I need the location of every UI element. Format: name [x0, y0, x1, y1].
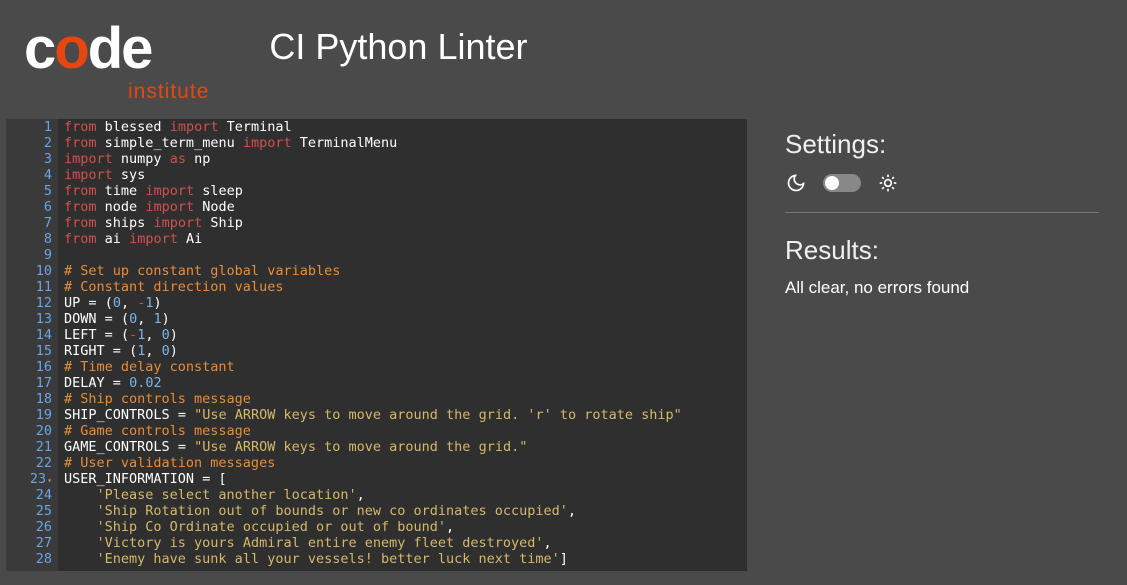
code-editor[interactable]: 1234567891011121314151617181920212223242…: [6, 119, 747, 571]
line-number: 16: [18, 359, 52, 375]
line-number: 21: [18, 439, 52, 455]
code-line[interactable]: from time import sleep: [64, 183, 682, 199]
line-number: 5: [18, 183, 52, 199]
line-number: 11: [18, 279, 52, 295]
code-line[interactable]: DELAY = 0.02: [64, 375, 682, 391]
logo-letter-o: o: [54, 20, 87, 78]
code-line[interactable]: # Ship controls message: [64, 391, 682, 407]
header: c o de institute CI Python Linter: [0, 0, 1127, 119]
code-line[interactable]: 'Victory is yours Admiral entire enemy f…: [64, 535, 682, 551]
logo-letter-de: de: [88, 20, 152, 78]
code-line[interactable]: from simple_term_menu import TerminalMen…: [64, 135, 682, 151]
logo-sub: institute: [128, 80, 209, 104]
code-line[interactable]: # Game controls message: [64, 423, 682, 439]
sun-icon: [877, 172, 899, 194]
code-line[interactable]: [64, 247, 682, 263]
line-number: 4: [18, 167, 52, 183]
line-number: 14: [18, 327, 52, 343]
code-line[interactable]: # Time delay constant: [64, 359, 682, 375]
line-number: 22: [18, 455, 52, 471]
page-title: CI Python Linter: [269, 26, 527, 68]
code-line[interactable]: 'Ship Rotation out of bounds or new co o…: [64, 503, 682, 519]
line-number: 26: [18, 519, 52, 535]
code-line[interactable]: import sys: [64, 167, 682, 183]
code-line[interactable]: from ships import Ship: [64, 215, 682, 231]
line-number: 27: [18, 535, 52, 551]
sidebar: Settings: Results: All clear, no errors …: [767, 119, 1117, 571]
code-line[interactable]: from ai import Ai: [64, 231, 682, 247]
code-line[interactable]: # Set up constant global variables: [64, 263, 682, 279]
line-number: 28: [18, 551, 52, 567]
code-area[interactable]: from blessed import Terminalfrom simple_…: [58, 119, 682, 571]
code-line[interactable]: from node import Node: [64, 199, 682, 215]
logo-letter-c: c: [24, 20, 54, 78]
code-line[interactable]: # User validation messages: [64, 455, 682, 471]
line-number: 20: [18, 423, 52, 439]
code-line[interactable]: LEFT = (-1, 0): [64, 327, 682, 343]
line-number: 19: [18, 407, 52, 423]
results-text: All clear, no errors found: [785, 278, 1099, 298]
line-number: 8: [18, 231, 52, 247]
content: 1234567891011121314151617181920212223242…: [0, 119, 1127, 571]
results-title: Results:: [785, 235, 1099, 266]
settings-title: Settings:: [785, 129, 1099, 160]
line-number: 3: [18, 151, 52, 167]
code-line[interactable]: SHIP_CONTROLS = "Use ARROW keys to move …: [64, 407, 682, 423]
line-number: 9: [18, 247, 52, 263]
line-number: 2: [18, 135, 52, 151]
line-number: 12: [18, 295, 52, 311]
theme-toggle[interactable]: [823, 174, 861, 192]
code-line[interactable]: 'Please select another location',: [64, 487, 682, 503]
line-number: 24: [18, 487, 52, 503]
line-number: 15: [18, 343, 52, 359]
code-line[interactable]: import numpy as np: [64, 151, 682, 167]
logo-main: c o de: [24, 20, 151, 78]
line-gutter: 1234567891011121314151617181920212223242…: [6, 119, 58, 571]
moon-icon: [785, 172, 807, 194]
code-line[interactable]: # Constant direction values: [64, 279, 682, 295]
code-line[interactable]: from blessed import Terminal: [64, 119, 682, 135]
line-number: 17: [18, 375, 52, 391]
code-line[interactable]: DOWN = (0, 1): [64, 311, 682, 327]
logo: c o de institute: [24, 20, 209, 104]
code-line[interactable]: USER_INFORMATION = [: [64, 471, 682, 487]
line-number: 25: [18, 503, 52, 519]
code-line[interactable]: UP = (0, -1): [64, 295, 682, 311]
code-line[interactable]: 'Ship Co Ordinate occupied or out of bou…: [64, 519, 682, 535]
code-line[interactable]: RIGHT = (1, 0): [64, 343, 682, 359]
line-number: 18: [18, 391, 52, 407]
line-number: 10: [18, 263, 52, 279]
line-number: 6: [18, 199, 52, 215]
settings-row: [785, 172, 1099, 213]
code-line[interactable]: GAME_CONTROLS = "Use ARROW keys to move …: [64, 439, 682, 455]
line-number: 13: [18, 311, 52, 327]
line-number: 1: [18, 119, 52, 135]
code-line[interactable]: 'Enemy have sunk all your vessels! bette…: [64, 551, 682, 567]
line-number: 23: [18, 471, 52, 487]
line-number: 7: [18, 215, 52, 231]
